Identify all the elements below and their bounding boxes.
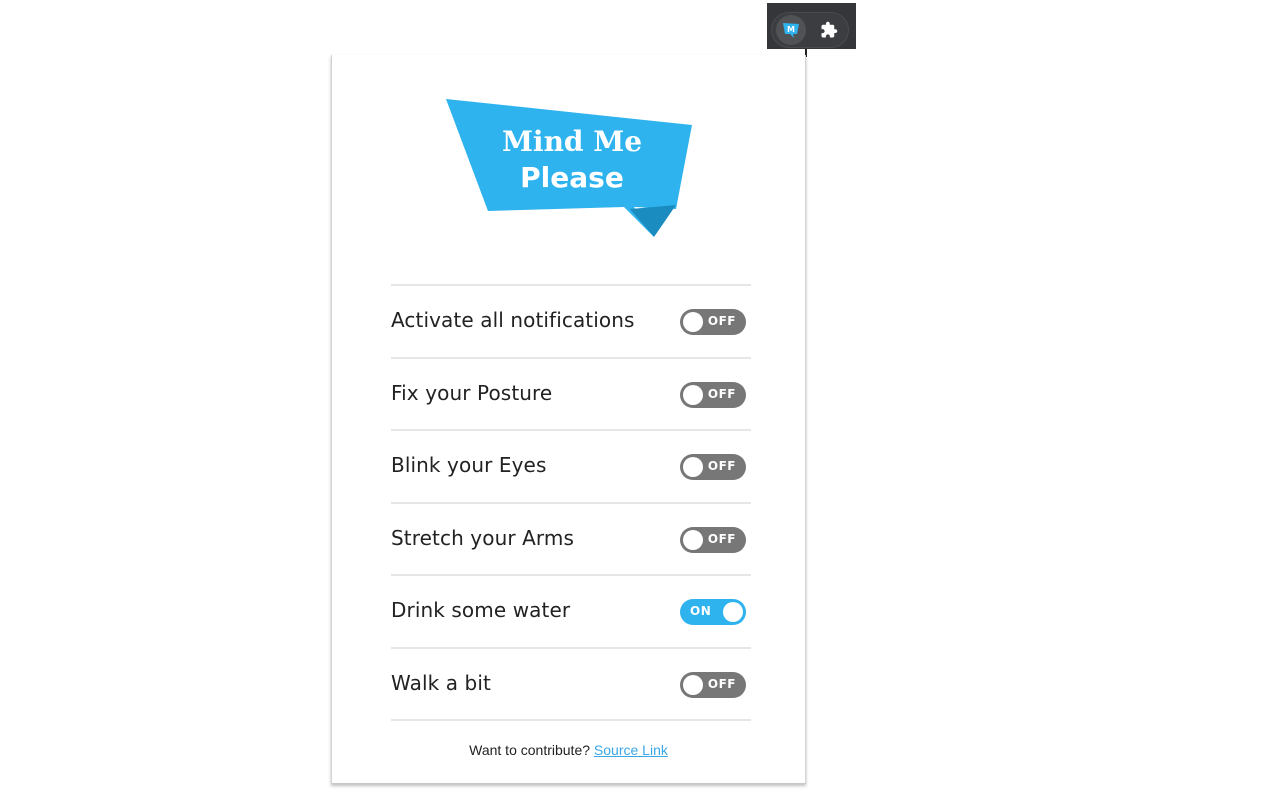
toggle-state: OFF bbox=[707, 459, 736, 473]
setting-label: Blink your Eyes bbox=[391, 453, 547, 477]
setting-label: Fix your Posture bbox=[391, 380, 553, 405]
toggle-state: OFF bbox=[707, 386, 736, 401]
svg-text:Mind Me: Mind Me bbox=[502, 125, 642, 158]
toggle-posture[interactable]: OFF bbox=[680, 381, 746, 408]
toggle-knob bbox=[723, 602, 743, 622]
toggle-water[interactable]: ON bbox=[680, 599, 746, 625]
extensions-button[interactable] bbox=[814, 15, 844, 45]
toggle-arms[interactable]: OFF bbox=[680, 526, 746, 553]
settings-list: Activate all notifications OFF Fix your … bbox=[391, 284, 751, 721]
toggle-activate-all[interactable]: OFF bbox=[680, 309, 746, 335]
toggle-walk[interactable]: OFF bbox=[680, 671, 746, 698]
mind-me-please-logo: Mind Me Please bbox=[446, 99, 692, 237]
toggle-knob bbox=[683, 457, 703, 477]
setting-row-activate-all: Activate all notifications OFF bbox=[391, 284, 751, 357]
setting-label: Drink some water bbox=[391, 598, 571, 622]
extension-popup: Mind Me Please Activate all notification… bbox=[331, 55, 806, 784]
setting-row-water: Drink some water ON bbox=[391, 574, 751, 647]
mind-me-please-icon: M bbox=[783, 23, 799, 38]
toggle-state: ON bbox=[690, 604, 712, 618]
toggle-state: OFF bbox=[707, 314, 736, 328]
setting-row-eyes: Blink your Eyes OFF bbox=[391, 429, 751, 502]
setting-label: Stretch your Arms bbox=[391, 525, 574, 550]
source-link[interactable]: Source Link bbox=[594, 742, 668, 758]
svg-text:Please: Please bbox=[520, 161, 624, 194]
setting-row-walk: Walk a bit OFF bbox=[391, 646, 751, 721]
mind-me-please-extension-button[interactable]: M bbox=[776, 15, 806, 45]
setting-row-arms: Stretch your Arms OFF bbox=[391, 501, 751, 575]
footer-text: Want to contribute? bbox=[469, 742, 591, 758]
toggle-knob bbox=[683, 312, 703, 332]
browser-toolbar: M bbox=[767, 3, 856, 49]
toggle-state: OFF bbox=[707, 531, 736, 546]
toggle-knob bbox=[683, 529, 703, 550]
toggle-knob bbox=[683, 384, 703, 405]
toggle-knob bbox=[683, 674, 703, 695]
footer: Want to contribute? Source Link bbox=[332, 742, 805, 758]
setting-label: Activate all notifications bbox=[391, 308, 635, 332]
toggle-eyes[interactable]: OFF bbox=[680, 454, 746, 480]
setting-row-posture: Fix your Posture OFF bbox=[391, 356, 751, 430]
puzzle-icon bbox=[821, 21, 838, 38]
setting-label: Walk a bit bbox=[391, 670, 491, 695]
svg-text:M: M bbox=[787, 25, 795, 34]
toggle-state: OFF bbox=[707, 676, 736, 691]
